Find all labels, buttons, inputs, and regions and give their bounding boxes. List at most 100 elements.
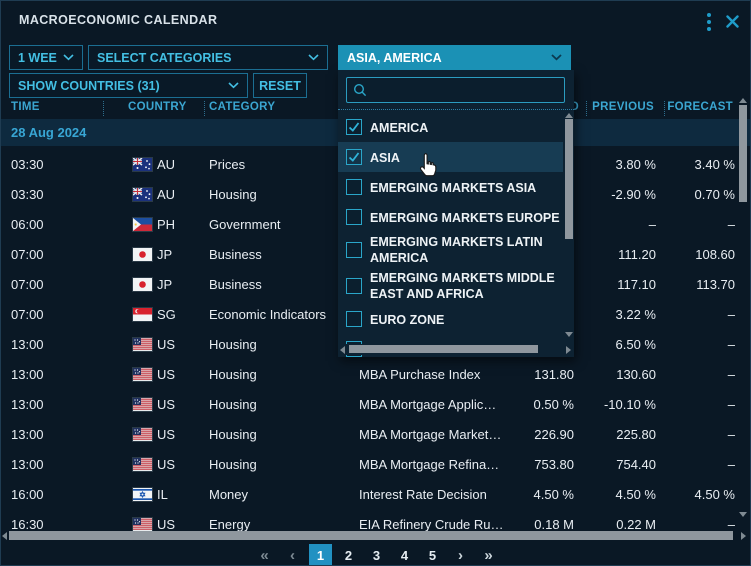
- cell-country-code: US: [157, 337, 175, 352]
- checkbox-unchecked-icon[interactable]: [346, 179, 362, 195]
- pagination-first-button[interactable]: «: [253, 544, 276, 566]
- countries-value: SHOW COUNTRIES (31): [18, 79, 222, 93]
- cell-time: 13:00: [11, 427, 44, 442]
- region-option-emerging-markets-europe[interactable]: EMERGING MARKETS EUROPE: [338, 202, 563, 232]
- cell-event: MBA Mortgage Refina…: [359, 457, 499, 472]
- column-header-forecast[interactable]: FORECAST: [667, 101, 733, 113]
- cell-time: 03:30: [11, 157, 44, 172]
- pagination-page-2[interactable]: 2: [337, 544, 360, 566]
- cell-time: 03:30: [11, 187, 44, 202]
- date-range-select[interactable]: 1 WEEK: [9, 45, 83, 70]
- column-header-time[interactable]: TIME: [11, 101, 40, 113]
- dropdown-search-input[interactable]: [372, 83, 558, 97]
- region-option-label: ASIA: [370, 150, 570, 166]
- cell-actual: 226.90: [534, 427, 574, 442]
- reset-button[interactable]: RESET: [253, 73, 307, 98]
- checkbox-unchecked-icon[interactable]: [346, 278, 362, 294]
- cell-forecast: –: [728, 337, 735, 352]
- page-title: MACROECONOMIC CALENDAR: [19, 13, 217, 27]
- cell-time: 06:00: [11, 217, 44, 232]
- flag-icon-il: [133, 488, 152, 501]
- cell-previous: 111.20: [618, 247, 656, 262]
- cell-previous: 117.10: [617, 277, 656, 292]
- region-option-emerging-markets-latin-america[interactable]: EMERGING MARKETS LATIN AMERICA: [338, 232, 563, 268]
- vertical-scrollbar[interactable]: [737, 97, 749, 521]
- pagination-page-1[interactable]: 1: [309, 544, 332, 566]
- checkbox-checked-icon[interactable]: [346, 119, 362, 135]
- region-option-label: EMERGING MARKETS LATIN AMERICA: [370, 234, 570, 266]
- cell-country-code: PH: [157, 217, 175, 232]
- cell-category: Housing: [209, 397, 257, 412]
- cell-country-code: US: [157, 397, 175, 412]
- region-option-emerging-markets-middle-east-and-africa[interactable]: EMERGING MARKETS MIDDLE EAST AND AFRICA: [338, 268, 563, 304]
- cell-forecast: –: [728, 307, 735, 322]
- table-row[interactable]: 13:00USHousingMBA Mortgage Applic…0.50 %…: [1, 389, 751, 419]
- pagination-page-4[interactable]: 4: [393, 544, 416, 566]
- region-option-america[interactable]: AMERICA: [338, 112, 563, 142]
- flag-icon-jp: [133, 248, 152, 261]
- region-option-euro-zone[interactable]: EURO ZONE: [338, 304, 563, 334]
- kebab-menu-icon[interactable]: [701, 11, 717, 33]
- cell-previous: –: [649, 217, 656, 232]
- dropdown-horizontal-scrollbar[interactable]: [338, 344, 574, 355]
- table-row[interactable]: 13:00USHousingMBA Mortgage Market…226.90…: [1, 419, 751, 449]
- cell-category: Government: [209, 217, 281, 232]
- region-option-label: EMERGING MARKETS MIDDLE EAST AND AFRICA: [370, 270, 570, 302]
- chevron-down-icon: [228, 82, 239, 89]
- close-icon[interactable]: [721, 10, 743, 32]
- cell-category: Economic Indicators: [209, 307, 326, 322]
- chevron-down-icon: [308, 54, 319, 61]
- regions-select[interactable]: ASIA, AMERICA: [338, 45, 571, 70]
- checkbox-checked-icon[interactable]: [346, 149, 362, 165]
- checkbox-unchecked-icon[interactable]: [346, 209, 362, 225]
- pagination-prev-button[interactable]: ‹: [281, 544, 304, 566]
- dropdown-search-box[interactable]: [346, 77, 565, 103]
- pagination-page-5[interactable]: 5: [421, 544, 444, 566]
- categories-select[interactable]: SELECT CATEGORIES: [88, 45, 328, 70]
- horizontal-scrollbar[interactable]: [1, 530, 751, 542]
- cell-time: 07:00: [11, 277, 44, 292]
- cell-previous: 4.50 %: [616, 487, 656, 502]
- pagination-last-button[interactable]: »: [477, 544, 500, 566]
- region-option-label: EMERGING MARKETS EUROPE: [370, 210, 570, 226]
- checkbox-unchecked-icon[interactable]: [346, 242, 362, 258]
- table-row[interactable]: 13:00USHousingMBA Purchase Index131.8013…: [1, 359, 751, 389]
- dropdown-vscroll-thumb[interactable]: [565, 119, 573, 239]
- cell-actual: 131.80: [534, 367, 574, 382]
- column-header-category[interactable]: CATEGORY: [209, 101, 275, 113]
- table-row[interactable]: 16:00ILMoneyInterest Rate Decision4.50 %…: [1, 479, 751, 509]
- flag-icon-sg: [133, 308, 152, 321]
- pagination: «‹12345›»: [1, 543, 751, 566]
- cell-category: Business: [209, 247, 262, 262]
- region-option-asia[interactable]: ASIA: [338, 142, 563, 172]
- column-header-country[interactable]: COUNTRY: [128, 101, 187, 113]
- cell-country-code: JP: [157, 247, 172, 262]
- date-range-value: 1 WEEK: [18, 51, 57, 65]
- cell-event: MBA Mortgage Applic…: [359, 397, 496, 412]
- cell-forecast: –: [728, 427, 735, 442]
- pagination-page-3[interactable]: 3: [365, 544, 388, 566]
- cell-previous: 3.80 %: [616, 157, 656, 172]
- column-header-previous[interactable]: PREVIOUS: [592, 101, 654, 113]
- flag-icon-us: [133, 458, 152, 471]
- table-row[interactable]: 13:00USHousingMBA Mortgage Refina…753.80…: [1, 449, 751, 479]
- dropdown-vertical-scrollbar[interactable]: [563, 113, 574, 340]
- cell-previous: 754.40: [616, 457, 656, 472]
- cell-category: Business: [209, 277, 262, 292]
- cell-actual: 753.80: [534, 457, 574, 472]
- flag-icon-ph: [133, 218, 152, 231]
- countries-select[interactable]: SHOW COUNTRIES (31): [9, 73, 248, 98]
- cell-previous: 225.80: [616, 427, 656, 442]
- flag-icon-jp: [133, 278, 152, 291]
- horizontal-scrollbar-thumb[interactable]: [9, 531, 733, 540]
- cell-country-code: IL: [157, 487, 168, 502]
- region-option-emerging-markets-asia[interactable]: EMERGING MARKETS ASIA: [338, 172, 563, 202]
- pagination-next-button[interactable]: ›: [449, 544, 472, 566]
- checkbox-unchecked-icon[interactable]: [346, 311, 362, 327]
- cell-country-code: JP: [157, 277, 172, 292]
- cell-forecast: 4.50 %: [695, 487, 735, 502]
- dropdown-hscroll-thumb[interactable]: [349, 345, 538, 353]
- vertical-scrollbar-thumb[interactable]: [739, 105, 747, 202]
- cell-forecast: 113.70: [696, 277, 735, 292]
- region-option-label: EMERGING MARKETS ASIA: [370, 180, 570, 196]
